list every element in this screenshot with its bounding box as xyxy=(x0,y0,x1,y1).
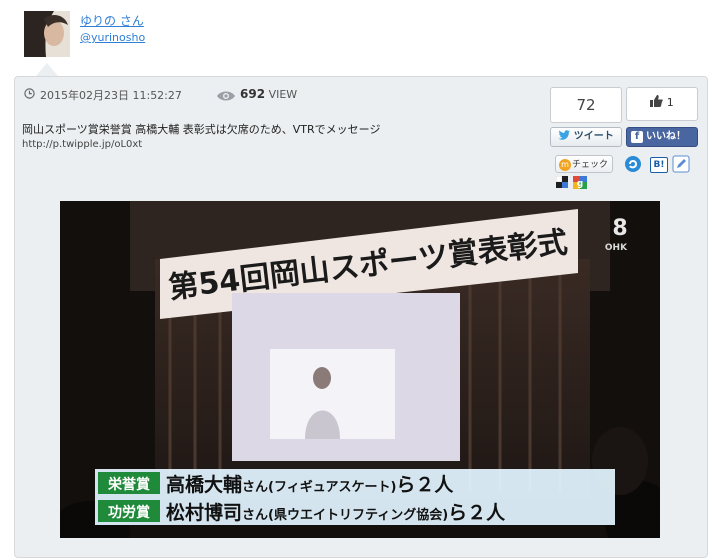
caption-award-2: 功労賞 xyxy=(108,504,150,521)
google-bookmark-icon[interactable]: g xyxy=(573,176,587,189)
delicious-icon[interactable] xyxy=(556,176,568,188)
view-count: 692 VIEW xyxy=(240,87,297,101)
caption-award-1: 栄誉賞 xyxy=(107,476,150,493)
mixi-check-button[interactable]: m チェック xyxy=(555,155,613,173)
user-name[interactable]: ゆりの さん xyxy=(80,12,144,29)
eye-icon xyxy=(217,91,235,101)
tweet-button-label: ツイート xyxy=(573,131,614,142)
tweet-photo[interactable]: 第54回岡山スポーツ賞表彰式 8 OHK 栄誉賞 高橋大輔さん(フィギュアスケー… xyxy=(60,201,660,538)
like-button[interactable]: 1 xyxy=(626,87,698,121)
mixi-check-label: チェック xyxy=(571,160,608,170)
tumblr-icon[interactable] xyxy=(624,155,642,173)
post-text: 岡山スポーツ賞栄誉賞 高橋大輔 表彰式は欠席のため、VTRでメッセージ xyxy=(22,123,381,136)
pencil-icon[interactable] xyxy=(672,155,690,173)
clock-icon xyxy=(24,88,35,99)
post-timestamp: 2015年02月23日 11:52:27 xyxy=(40,89,182,102)
facebook-like-label: いいね！ xyxy=(646,131,686,142)
tweet-button[interactable]: ツイート xyxy=(550,127,622,147)
hatena-bookmark-icon[interactable]: B! xyxy=(650,157,668,173)
caption-row-2: 功労賞 松村博司さん(県ウエイトリフティング協会)ら２人 xyxy=(95,497,615,525)
post-link[interactable]: http://p.twipple.jp/oL0xt xyxy=(22,139,142,150)
channel-logo: OHK xyxy=(605,243,628,253)
tweet-count-box: 72 xyxy=(550,87,622,123)
thumbs-up-icon xyxy=(650,95,663,107)
like-count: 1 xyxy=(666,96,674,109)
avatar[interactable] xyxy=(24,11,70,57)
card-pointer xyxy=(36,63,58,76)
channel-number: 8 xyxy=(612,216,627,241)
facebook-like-button[interactable]: f いいね！ xyxy=(626,127,698,147)
caption-row-1: 栄誉賞 高橋大輔さん(フィギュアスケート)ら２人 xyxy=(95,469,615,497)
user-handle[interactable]: @yurinosho xyxy=(80,31,145,44)
view-count-unit: VIEW xyxy=(268,88,298,101)
mixi-check-icon: m xyxy=(559,159,571,171)
svg-text:g: g xyxy=(577,179,583,189)
facebook-icon: f xyxy=(631,131,643,143)
twitter-bird-icon xyxy=(558,130,571,140)
view-count-number: 692 xyxy=(240,87,266,101)
